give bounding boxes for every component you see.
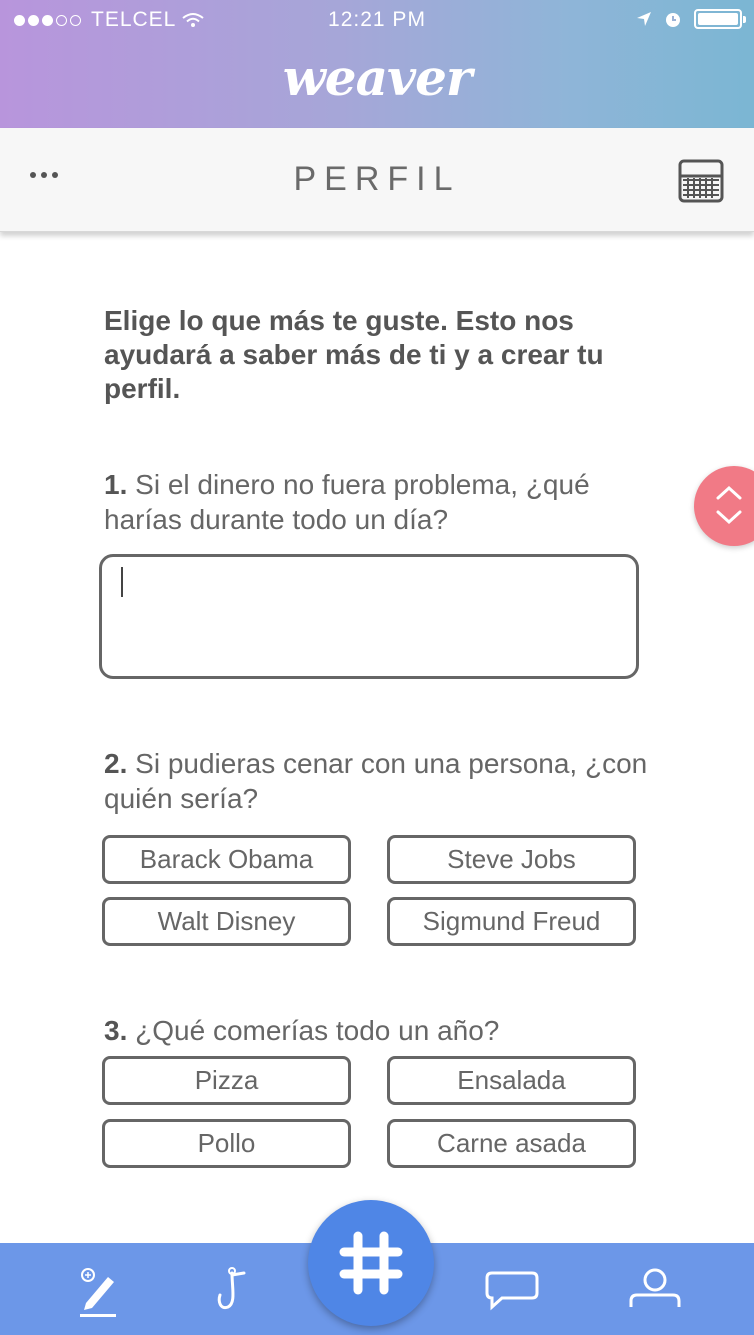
- app-logo: weaver: [282, 48, 472, 107]
- battery-icon: [694, 9, 746, 29]
- hashtag-fab-button[interactable]: [308, 1200, 434, 1326]
- chat-bubble-icon[interactable]: [484, 1269, 540, 1311]
- question-number: 1.: [104, 469, 128, 500]
- top-bar: TELCEL 12:21 PM weaver: [0, 0, 754, 128]
- basket-icon[interactable]: [678, 158, 724, 204]
- option-pollo[interactable]: Pollo: [102, 1119, 351, 1168]
- text-caret: [121, 567, 123, 597]
- question-text: Si pudieras cenar con una persona, ¿con …: [104, 748, 648, 814]
- option-barack-obama[interactable]: Barack Obama: [102, 835, 351, 884]
- option-sigmund-freud[interactable]: Sigmund Freud: [387, 897, 636, 946]
- question-text: ¿Qué comerías todo un año?: [135, 1015, 500, 1046]
- option-steve-jobs[interactable]: Steve Jobs: [387, 835, 636, 884]
- option-pizza[interactable]: Pizza: [102, 1056, 351, 1105]
- intro-text: Elige lo que más te guste. Esto nos ayud…: [104, 305, 604, 404]
- status-bar: TELCEL 12:21 PM: [0, 6, 754, 36]
- alarm-icon: [666, 13, 680, 27]
- status-right: [636, 9, 746, 29]
- scroll-toggle-button[interactable]: [694, 466, 754, 546]
- location-icon: [637, 12, 651, 26]
- option-carne-asada[interactable]: Carne asada: [387, 1119, 636, 1168]
- option-walt-disney[interactable]: Walt Disney: [102, 897, 351, 946]
- question-number: 2.: [104, 748, 128, 779]
- user-icon[interactable]: [628, 1267, 682, 1311]
- hashtag-icon: [339, 1231, 403, 1295]
- hook-icon[interactable]: [210, 1263, 250, 1313]
- question-3: 3. ¿Qué comerías todo un año?: [104, 1013, 664, 1048]
- option-ensalada[interactable]: Ensalada: [387, 1056, 636, 1105]
- chevron-up-down-icon: [716, 485, 742, 525]
- question-1: 1. Si el dinero no fuera problema, ¿qué …: [104, 467, 664, 537]
- question-text: Si el dinero no fuera problema, ¿qué har…: [104, 469, 590, 535]
- page-title: PERFIL: [293, 160, 461, 198]
- page-header: PERFIL: [0, 128, 754, 232]
- pencil-edit-icon[interactable]: [76, 1267, 120, 1319]
- question-2: 2. Si pudieras cenar con una persona, ¿c…: [104, 746, 664, 816]
- question-number: 3.: [104, 1015, 128, 1046]
- answer-textarea[interactable]: [99, 554, 639, 679]
